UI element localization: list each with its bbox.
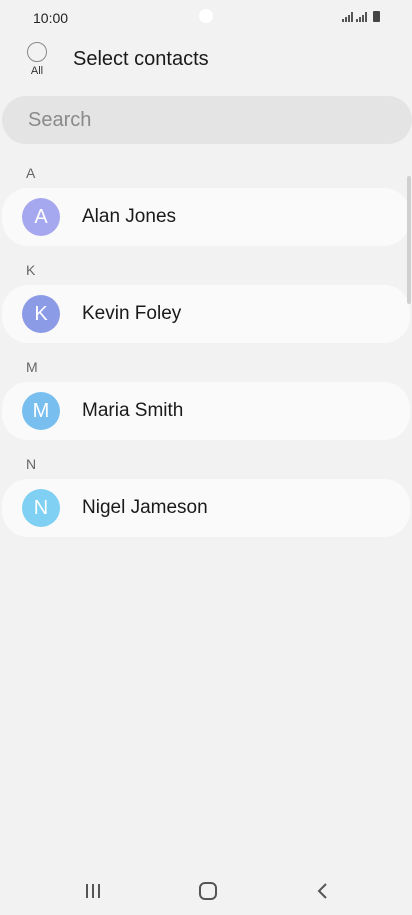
status-bar: 10:00 <box>0 0 412 36</box>
select-all-checkbox[interactable] <box>27 42 47 62</box>
battery-icon <box>373 11 380 22</box>
back-button[interactable] <box>308 879 338 903</box>
contact-row[interactable]: M Maria Smith <box>2 382 410 440</box>
recents-icon <box>86 884 100 898</box>
back-icon <box>317 883 327 899</box>
camera-cutout <box>199 9 213 23</box>
avatar: A <box>22 198 60 236</box>
avatar: K <box>22 295 60 333</box>
avatar: M <box>22 392 60 430</box>
section-header-k: K <box>26 262 36 278</box>
select-all-toggle[interactable]: All <box>25 42 49 77</box>
page-title: Select contacts <box>73 48 209 70</box>
status-icons <box>342 11 380 22</box>
select-all-label: All <box>30 65 44 77</box>
navigation-bar <box>0 867 412 915</box>
contact-name: Kevin Foley <box>82 303 182 324</box>
contact-name: Nigel Jameson <box>82 497 208 518</box>
recents-button[interactable] <box>78 879 108 903</box>
contact-row[interactable]: N Nigel Jameson <box>2 479 410 537</box>
contact-name: Maria Smith <box>82 400 184 421</box>
signal-icon-2 <box>356 12 367 22</box>
section-header-n: N <box>26 456 37 472</box>
home-icon <box>199 882 217 900</box>
search-bar[interactable] <box>2 96 412 144</box>
avatar: N <box>22 489 60 527</box>
section-header-a: A <box>26 165 36 181</box>
scrollbar[interactable] <box>407 176 411 304</box>
search-input[interactable] <box>26 107 390 133</box>
home-button[interactable] <box>193 879 223 903</box>
signal-icon <box>342 12 353 22</box>
header: All Select contacts <box>0 36 412 92</box>
section-header-m: M <box>26 359 39 375</box>
contact-list: A A Alan Jones K K Kevin Foley M M Maria… <box>0 152 412 540</box>
contact-row[interactable]: K Kevin Foley <box>2 285 410 343</box>
status-time: 10:00 <box>33 10 69 26</box>
contact-name: Alan Jones <box>82 206 177 227</box>
contact-row[interactable]: A Alan Jones <box>2 188 410 246</box>
